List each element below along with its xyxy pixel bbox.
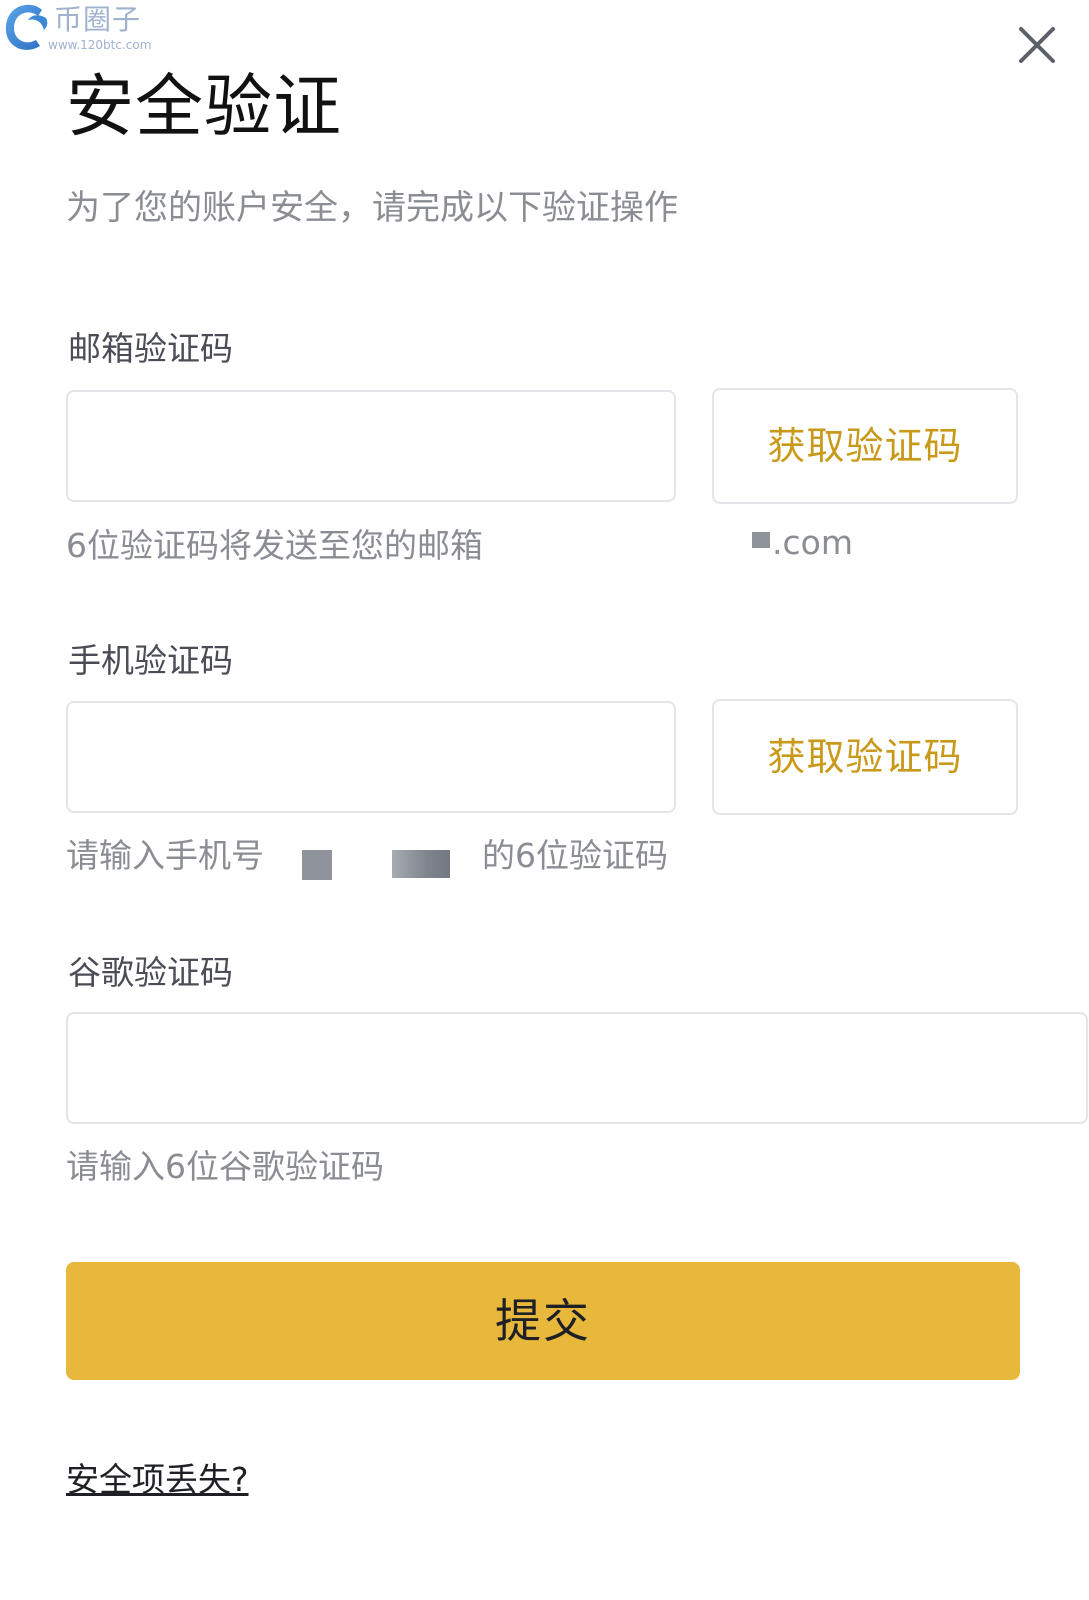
masked-phone-part-2 [392,850,450,878]
phone-hint-prefix: 请输入手机号 [66,836,264,875]
phone-code-label: 手机验证码 [68,641,233,680]
google-code-label: 谷歌验证码 [68,953,233,992]
phone-get-code-button[interactable]: 获取验证码 [712,699,1018,815]
c-swirl-logo-icon [5,4,48,50]
email-code-hint: 6位验证码将发送至您的邮箱 [66,526,483,565]
page-subtitle: 为了您的账户安全，请完成以下验证操作 [66,188,678,228]
google-code-hint: 请输入6位谷歌验证码 [66,1147,384,1186]
watermark: 币圈子 www.120btc.com [0,0,160,58]
submit-button[interactable]: 提交 [66,1262,1020,1380]
masked-phone-part-1 [302,850,332,880]
masked-email-blur [752,532,770,548]
watermark-url: www.120btc.com [48,38,152,52]
phone-code-input[interactable] [66,701,676,813]
google-code-input[interactable] [66,1012,1088,1124]
masked-email: .com [752,522,853,564]
email-code-label: 邮箱验证码 [68,329,233,368]
watermark-name: 币圈子 [54,3,142,36]
phone-hint-suffix: 的6位验证码 [482,836,668,875]
page-title: 安全验证 [66,68,343,147]
close-icon[interactable] [1018,26,1056,64]
email-code-input[interactable] [66,390,676,502]
masked-email-suffix: .com [772,523,853,562]
security-lost-link[interactable]: 安全项丢失? [66,1458,249,1502]
email-get-code-button[interactable]: 获取验证码 [712,388,1018,504]
